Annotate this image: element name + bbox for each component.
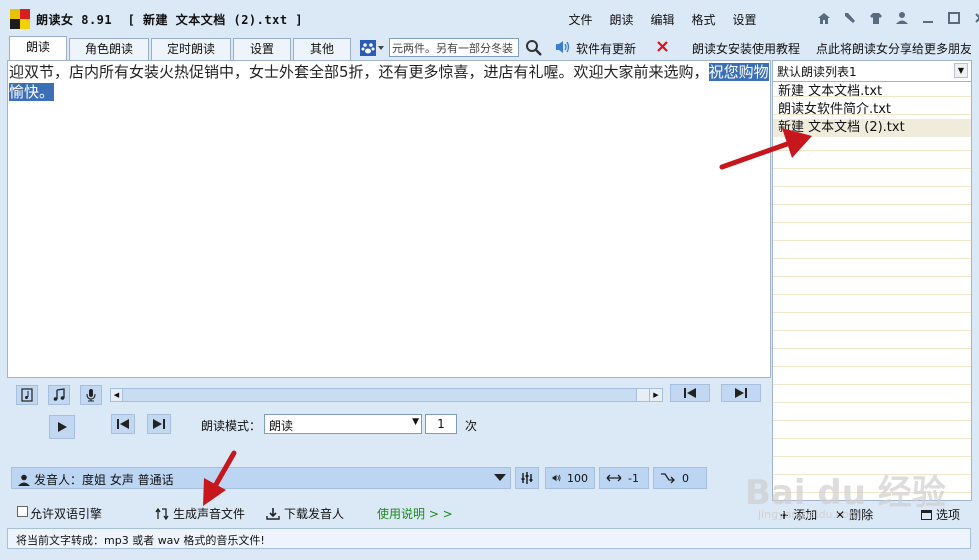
playlist-panel: 默认朗读列表1 ▼ 新建 文本文档.txt 朗读女软件简介.txt 新建 文本文…	[772, 60, 972, 501]
tab-other[interactable]: 其他	[293, 38, 351, 60]
speed-value: -1	[628, 471, 639, 485]
app-title: 朗读女 8.91 [ 新建 文本文档 (2).txt ]	[36, 13, 303, 27]
control-panel: ◀ ▶ 朗读模式： 朗读 ▼ 1 次 发音人：度姐 女声 普通话 100 -1	[7, 378, 771, 523]
shirt-icon[interactable]	[867, 10, 885, 26]
playlist-item-active[interactable]: 新建 文本文档 (2).txt	[773, 119, 971, 137]
convert-icon	[155, 507, 169, 523]
tab-read[interactable]: 朗读	[9, 36, 67, 60]
close-icon[interactable]	[971, 10, 979, 26]
mode-value: 朗读	[269, 419, 294, 433]
download-speaker-label: 下载发音人	[284, 507, 345, 521]
volume-button[interactable]: 100	[545, 467, 595, 489]
bilingual-checkbox[interactable]	[17, 506, 28, 517]
volume-value: 100	[567, 471, 588, 485]
times-unit: 次	[465, 419, 478, 433]
prev-sentence-button[interactable]	[111, 414, 135, 434]
dismiss-icon[interactable]	[656, 40, 669, 56]
times-input[interactable]: 1	[425, 414, 457, 434]
chevron-down-icon[interactable]: ▼	[412, 417, 419, 427]
status-bar: 将当前文字转成：mp3 或者 wav 格式的音乐文件!	[7, 528, 971, 549]
playlist-item[interactable]: 新建 文本文档.txt	[773, 83, 971, 101]
dropdown-arrow-icon[interactable]	[494, 474, 506, 481]
menu-read[interactable]: 朗读	[601, 11, 642, 28]
mode-label: 朗读模式：	[201, 419, 262, 433]
generate-audio-label: 生成声音文件	[173, 507, 246, 521]
mode-select[interactable]: 朗读 ▼	[264, 414, 422, 434]
person-icon	[18, 474, 30, 489]
pitch-value: 0	[682, 471, 689, 485]
user-icon[interactable]	[893, 10, 911, 26]
tab-role-read[interactable]: 角色朗读	[69, 38, 149, 60]
document-music-icon[interactable]	[16, 385, 38, 405]
generate-audio-button[interactable]: 生成声音文件	[155, 505, 245, 523]
speed-button[interactable]: -1	[599, 467, 649, 489]
help-link[interactable]: 使用说明 > >	[377, 505, 453, 522]
speaker-update-icon	[555, 40, 571, 57]
tab-settings[interactable]: 设置	[233, 38, 291, 60]
tab-timed-read[interactable]: 定时朗读	[151, 38, 231, 60]
download-icon	[266, 507, 280, 523]
menu-bar: 文件 朗读 编辑 格式 设置	[560, 11, 765, 28]
share-link[interactable]: 点此将朗读女分享给更多朋友	[816, 40, 971, 57]
equalizer-button[interactable]	[515, 467, 539, 489]
editor-text-plain: 迎双节，店内所有女装火热促销中，女士外套全部5折，还有更多惊喜，进店有礼喔。欢迎…	[9, 63, 709, 81]
menu-format[interactable]: 格式	[683, 11, 724, 28]
download-speaker-button[interactable]: 下载发音人	[266, 505, 344, 523]
search-input[interactable]: 元两件。另有一部分冬装	[389, 38, 519, 57]
baidu-watermark: Bai du 经验	[745, 473, 946, 513]
prev-track-button[interactable]	[670, 384, 710, 402]
home-icon[interactable]	[815, 10, 833, 26]
scroll-thumb[interactable]	[636, 389, 650, 401]
text-editor[interactable]: 迎双节，店内所有女装火热促销中，女士外套全部5折，还有更多惊喜，进店有礼喔。欢迎…	[7, 60, 771, 378]
playlist-select[interactable]: 默认朗读列表1 ▼	[773, 61, 971, 82]
playlist-select-value: 默认朗读列表1	[777, 65, 857, 79]
playlist-items: 新建 文本文档.txt 朗读女软件简介.txt 新建 文本文档 (2).txt	[773, 83, 971, 137]
play-button[interactable]	[49, 415, 75, 439]
pitch-button[interactable]: 0	[653, 467, 707, 489]
progress-scrollbar[interactable]: ◀ ▶	[110, 388, 663, 402]
editor-content[interactable]: 迎双节，店内所有女装火热促销中，女士外套全部5折，还有更多惊喜，进店有礼喔。欢迎…	[9, 62, 769, 102]
music-note-icon[interactable]	[48, 385, 70, 405]
minimize-icon[interactable]	[919, 10, 937, 26]
tutorial-link[interactable]: 朗读女安装使用教程	[692, 40, 800, 57]
next-sentence-button[interactable]	[147, 414, 171, 434]
microphone-icon[interactable]	[80, 385, 102, 405]
menu-edit[interactable]: 编辑	[642, 11, 683, 28]
menu-settings[interactable]: 设置	[724, 11, 765, 28]
next-track-button[interactable]	[721, 384, 761, 402]
app-logo-icon	[10, 9, 30, 29]
update-notice[interactable]: 软件有更新	[576, 40, 636, 57]
tools-icon[interactable]	[841, 10, 859, 26]
search-icon[interactable]	[525, 39, 542, 59]
speaker-select[interactable]: 发音人：度姐 女声 普通话	[11, 467, 511, 489]
baidu-watermark-url: jingyan.baidu.com	[758, 508, 860, 521]
window-buttons	[815, 10, 979, 26]
speaker-value: 发音人：度姐 女声 普通话	[34, 473, 174, 487]
scroll-right-arrow[interactable]: ▶	[650, 389, 662, 401]
paw-icon[interactable]	[360, 40, 386, 59]
menu-file[interactable]: 文件	[560, 11, 601, 28]
chevron-down-icon[interactable]: ▼	[954, 63, 968, 78]
playlist-item[interactable]: 朗读女软件简介.txt	[773, 101, 971, 119]
title-bar: 朗读女 8.91 [ 新建 文本文档 (2).txt ] 文件 朗读 编辑 格式…	[0, 0, 979, 36]
scroll-left-arrow[interactable]: ◀	[111, 389, 123, 401]
maximize-icon[interactable]	[945, 10, 963, 26]
bilingual-label: 允许双语引擎	[30, 507, 103, 521]
